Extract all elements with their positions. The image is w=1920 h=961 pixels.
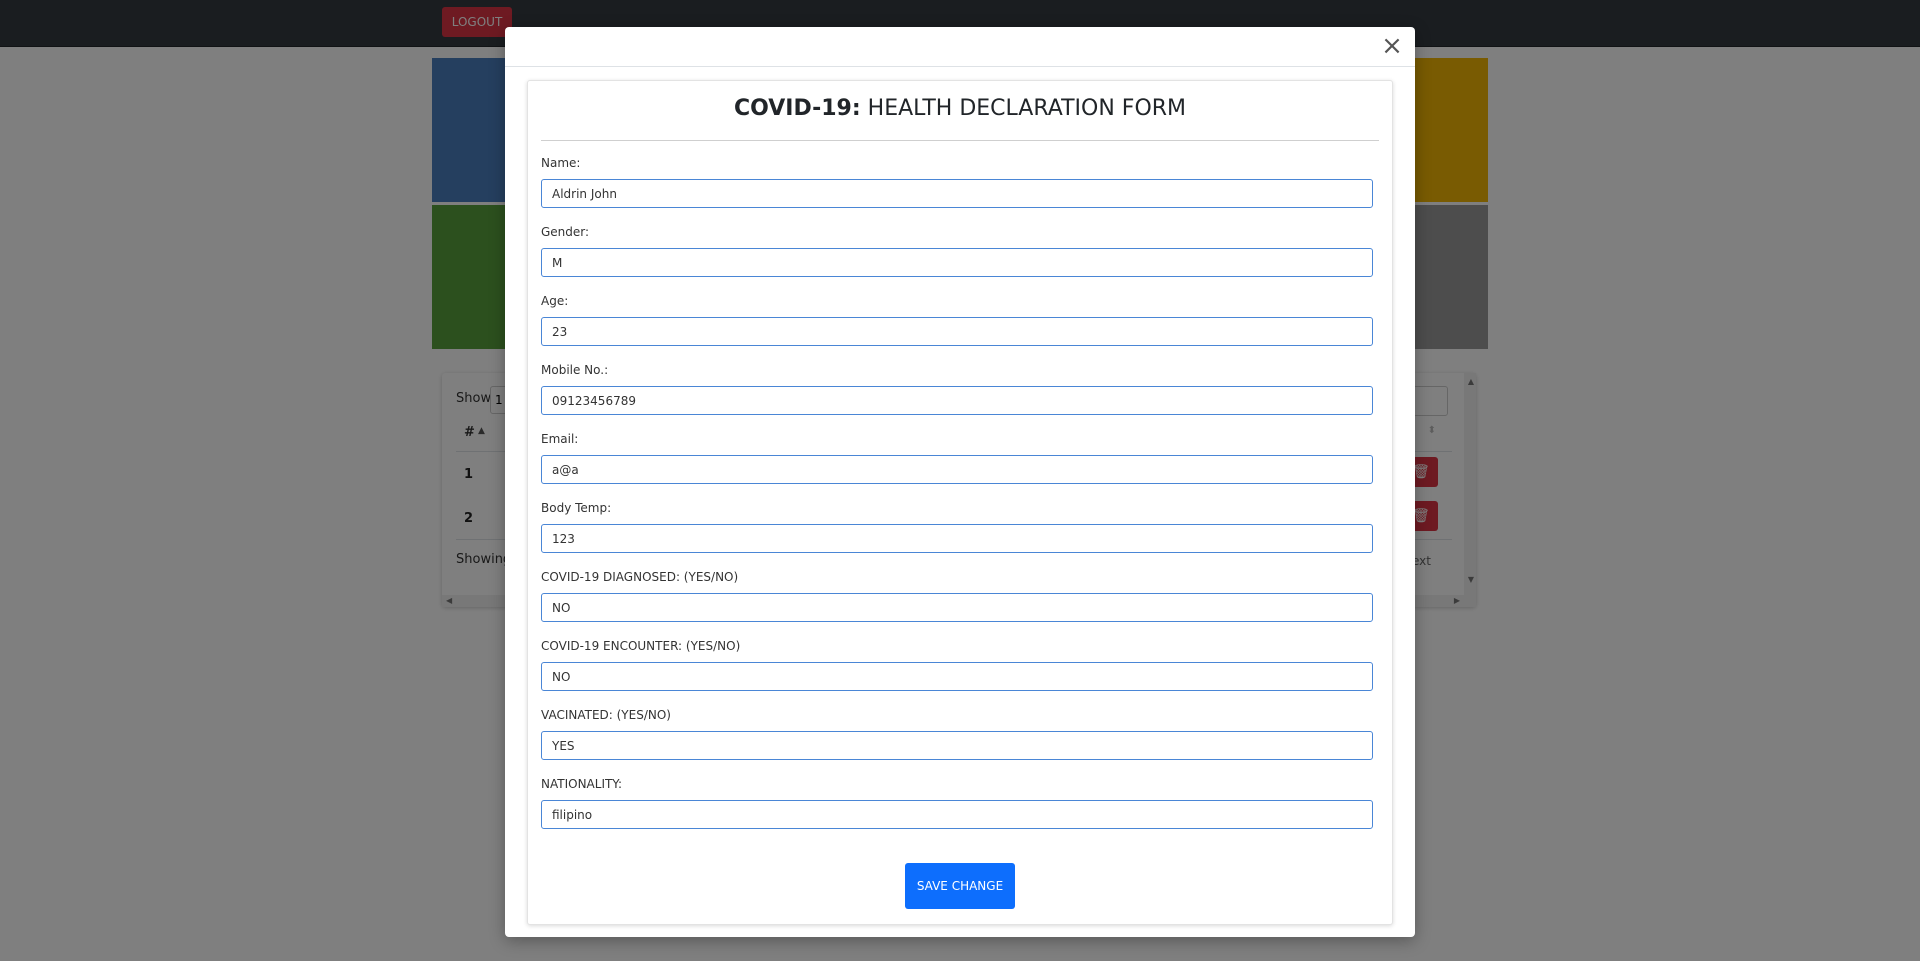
gender-label: Gender: bbox=[541, 225, 590, 239]
diagnosed-label: COVID-19 DIAGNOSED: (YES/NO) bbox=[541, 570, 739, 584]
close-icon: × bbox=[1381, 31, 1403, 61]
age-input[interactable] bbox=[541, 317, 1373, 346]
mobile-label: Mobile No.: bbox=[541, 363, 609, 377]
age-label: Age: bbox=[541, 294, 569, 308]
name-input[interactable] bbox=[541, 179, 1373, 208]
email-label: Email: bbox=[541, 432, 579, 446]
body-temp-label: Body Temp: bbox=[541, 501, 612, 515]
modal-header: × bbox=[505, 27, 1415, 67]
form-title: COVID-19: HEALTH DECLARATION FORM bbox=[528, 96, 1392, 121]
email-input[interactable] bbox=[541, 455, 1373, 484]
vaccinated-input[interactable] bbox=[541, 731, 1373, 760]
close-button[interactable]: × bbox=[1379, 33, 1405, 59]
nationality-label: NATIONALITY: bbox=[541, 777, 623, 791]
name-label: Name: bbox=[541, 156, 581, 170]
body-temp-input[interactable] bbox=[541, 524, 1373, 553]
vaccinated-label: VACINATED: (YES/NO) bbox=[541, 708, 671, 722]
save-change-button[interactable]: SAVE CHANGE bbox=[905, 863, 1015, 909]
gender-input[interactable] bbox=[541, 248, 1373, 277]
edit-declaration-modal: × COVID-19: HEALTH DECLARATION FORM Name… bbox=[505, 27, 1415, 937]
diagnosed-input[interactable] bbox=[541, 593, 1373, 622]
encounter-label: COVID-19 ENCOUNTER: (YES/NO) bbox=[541, 639, 741, 653]
title-divider bbox=[541, 140, 1379, 141]
encounter-input[interactable] bbox=[541, 662, 1373, 691]
form-title-rest: HEALTH DECLARATION FORM bbox=[860, 96, 1187, 121]
mobile-input[interactable] bbox=[541, 386, 1373, 415]
form-title-bold: COVID-19: bbox=[733, 96, 861, 121]
nationality-input[interactable] bbox=[541, 800, 1373, 829]
health-declaration-form: COVID-19: HEALTH DECLARATION FORM Name: … bbox=[527, 80, 1393, 925]
